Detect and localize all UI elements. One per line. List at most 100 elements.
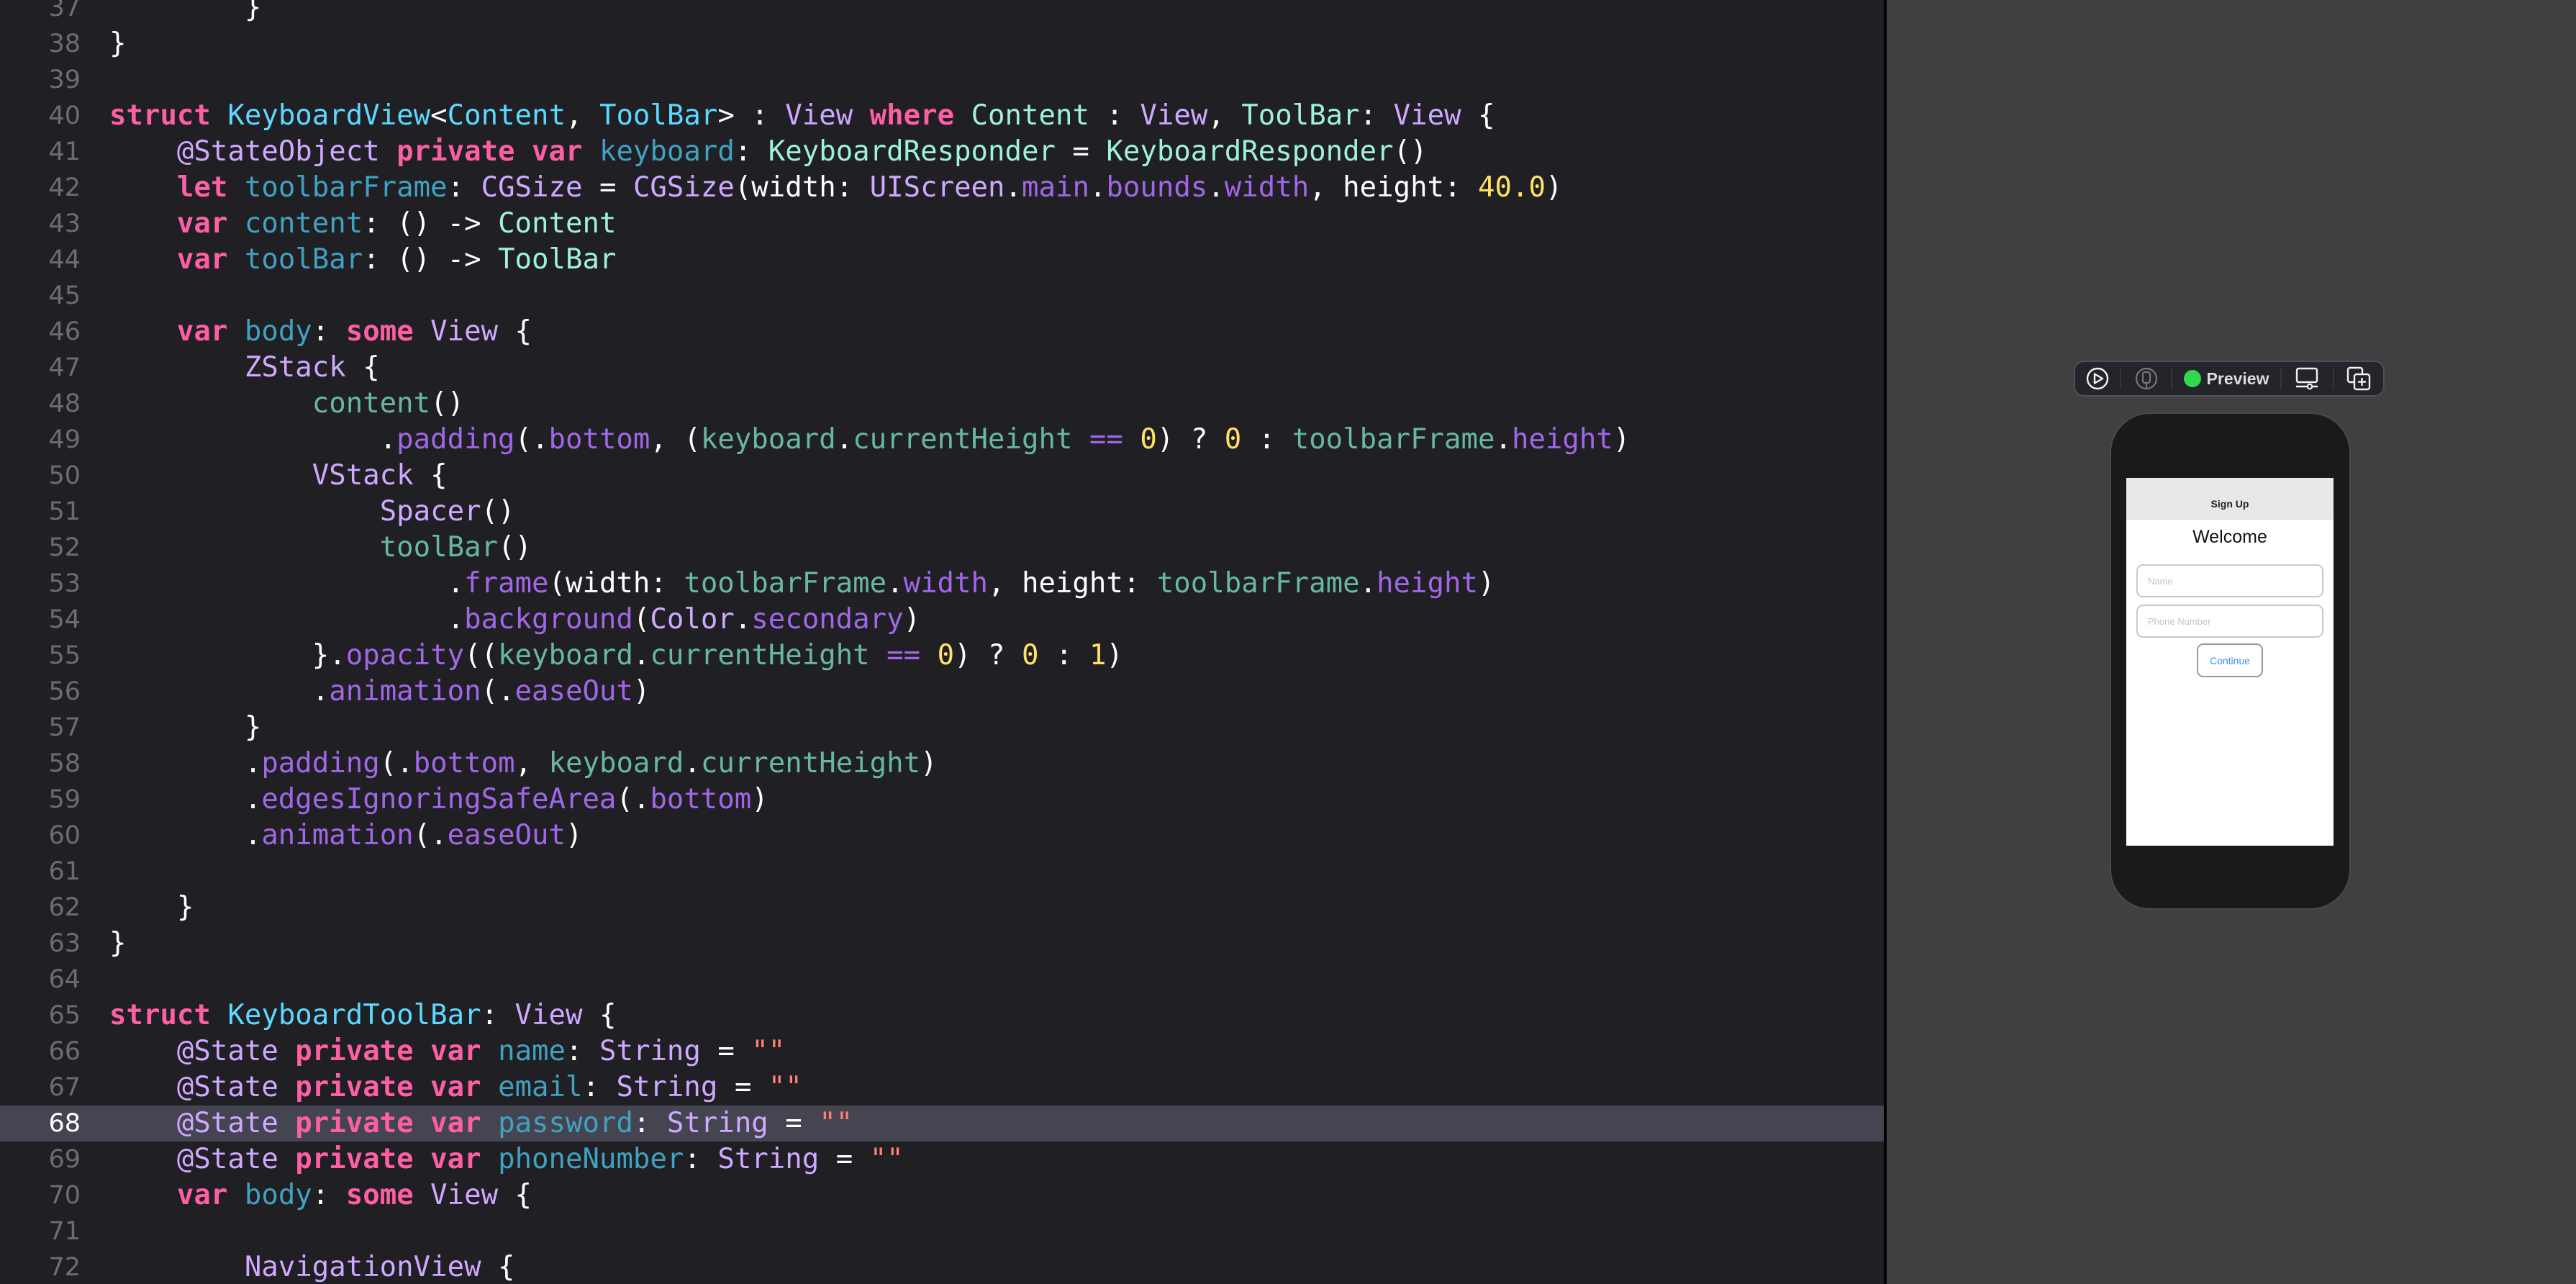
code-token: Color bbox=[650, 603, 735, 636]
code-line[interactable]: 59 .edgesIgnoringSafeArea(.bottom) bbox=[0, 782, 1884, 818]
live-preview-button[interactable] bbox=[2075, 362, 2120, 395]
code-line[interactable]: 45 bbox=[0, 278, 1884, 314]
device-select-button[interactable] bbox=[2121, 362, 2172, 395]
code-token: . bbox=[886, 567, 904, 600]
line-number[interactable]: 70 bbox=[0, 1177, 81, 1213]
code-token: opacity bbox=[345, 639, 465, 672]
code-token: content bbox=[244, 207, 363, 240]
code-line[interactable]: 60 .animation(.easeOut) bbox=[0, 818, 1884, 854]
code-line[interactable]: 39 bbox=[0, 62, 1884, 98]
code-token: private bbox=[295, 1107, 414, 1139]
line-number[interactable]: 51 bbox=[0, 494, 81, 530]
line-number[interactable]: 61 bbox=[0, 854, 81, 890]
code-line[interactable]: 48 content() bbox=[0, 386, 1884, 422]
code-line[interactable]: 67 @State private var email: String = "" bbox=[0, 1070, 1884, 1106]
code-line[interactable]: 50 VStack { bbox=[0, 458, 1884, 494]
phone-number-field[interactable] bbox=[2136, 605, 2323, 638]
code-line[interactable]: 52 toolBar() bbox=[0, 530, 1884, 566]
code-token: . bbox=[1004, 171, 1022, 204]
device-settings-button[interactable] bbox=[2282, 362, 2334, 395]
code-token: : bbox=[481, 999, 515, 1031]
line-number[interactable]: 44 bbox=[0, 242, 81, 278]
line-number[interactable]: 56 bbox=[0, 674, 81, 710]
code-line[interactable]: 72 NavigationView { bbox=[0, 1249, 1884, 1284]
line-number[interactable]: 58 bbox=[0, 746, 81, 782]
code-line[interactable]: 58 .padding(.bottom, keyboard.currentHei… bbox=[0, 746, 1884, 782]
line-number[interactable]: 69 bbox=[0, 1141, 81, 1177]
line-number[interactable]: 47 bbox=[0, 350, 81, 386]
line-number[interactable]: 48 bbox=[0, 386, 81, 422]
code-line[interactable]: 61 bbox=[0, 854, 1884, 890]
device-screen[interactable]: Sign Up Welcome Continue bbox=[2126, 478, 2334, 846]
code-line[interactable]: 62 } bbox=[0, 890, 1884, 926]
code-token: toolbarFrame bbox=[684, 567, 887, 600]
code-token: . bbox=[835, 423, 853, 456]
line-number[interactable]: 72 bbox=[0, 1249, 81, 1284]
line-number[interactable]: 64 bbox=[0, 962, 81, 998]
line-number[interactable]: 66 bbox=[0, 1034, 81, 1070]
code-line[interactable]: 41 @StateObject private var keyboard: Ke… bbox=[0, 134, 1884, 170]
line-number[interactable]: 54 bbox=[0, 602, 81, 638]
code-line[interactable]: 46 var body: some View { bbox=[0, 314, 1884, 350]
line-number[interactable]: 55 bbox=[0, 638, 81, 674]
preview-status-button[interactable]: Preview bbox=[2172, 362, 2280, 395]
code-line[interactable]: 57 } bbox=[0, 710, 1884, 746]
line-number[interactable]: 45 bbox=[0, 278, 81, 314]
line-number[interactable]: 39 bbox=[0, 62, 81, 98]
code-line[interactable]: 64 bbox=[0, 962, 1884, 998]
line-number[interactable]: 43 bbox=[0, 206, 81, 242]
code-token: bottom bbox=[548, 423, 650, 456]
line-number[interactable]: 38 bbox=[0, 26, 81, 62]
code-line[interactable]: 71 bbox=[0, 1213, 1884, 1249]
line-number[interactable]: 41 bbox=[0, 134, 81, 170]
line-number[interactable]: 53 bbox=[0, 566, 81, 602]
code-editor[interactable]: 37 } 38} 39 40 struct KeyboardView<Content, … bbox=[0, 0, 1884, 1284]
line-number[interactable]: 63 bbox=[0, 926, 81, 962]
line-number[interactable]: 68 bbox=[0, 1106, 81, 1141]
code-token: View bbox=[430, 315, 499, 348]
line-number[interactable]: 67 bbox=[0, 1070, 81, 1106]
line-number[interactable]: 52 bbox=[0, 530, 81, 566]
code-line[interactable]: 70 var body: some View { bbox=[0, 1177, 1884, 1213]
code-line[interactable]: 47 ZStack { bbox=[0, 350, 1884, 386]
code-token: VStack bbox=[312, 459, 414, 492]
code-line[interactable]: 43 var content: () -> Content bbox=[0, 206, 1884, 242]
code-line[interactable]: 53 .frame(width: toolbarFrame.width, hei… bbox=[0, 566, 1884, 602]
code-line[interactable]: 42 let toolbarFrame: CGSize = CGSize(wid… bbox=[0, 170, 1884, 206]
code-line[interactable]: 49 .padding(.bottom, (keyboard.currentHe… bbox=[0, 422, 1884, 458]
line-number[interactable]: 42 bbox=[0, 170, 81, 206]
line-number[interactable]: 40 bbox=[0, 98, 81, 134]
duplicate-preview-button[interactable] bbox=[2334, 362, 2383, 395]
code-line[interactable]: 56 .animation(.easeOut) bbox=[0, 674, 1884, 710]
line-number[interactable]: 37 bbox=[0, 0, 81, 26]
code-line[interactable]: 38} bbox=[0, 26, 1884, 62]
code-line[interactable]: 55 }.opacity((keyboard.currentHeight == … bbox=[0, 638, 1884, 674]
code-token: . bbox=[109, 423, 397, 456]
code-token: keyboard bbox=[700, 423, 836, 456]
name-field[interactable] bbox=[2136, 564, 2323, 597]
code-text: @StateObject private var keyboard: Keybo… bbox=[109, 134, 1428, 170]
line-number[interactable]: 57 bbox=[0, 710, 81, 746]
line-number[interactable]: 46 bbox=[0, 314, 81, 350]
code-line[interactable]: 40 struct KeyboardView<Content, ToolBar> … bbox=[0, 98, 1884, 134]
line-number[interactable]: 59 bbox=[0, 782, 81, 818]
code-line[interactable]: 65 struct KeyboardToolBar: View { bbox=[0, 998, 1884, 1034]
code-line[interactable]: 44 var toolBar: () -> ToolBar bbox=[0, 242, 1884, 278]
line-number[interactable]: 65 bbox=[0, 998, 81, 1034]
code-token: toolBar bbox=[379, 531, 499, 564]
code-line[interactable]: 66 @State private var name: String = "" bbox=[0, 1034, 1884, 1070]
code-line[interactable]: 69 @State private var phoneNumber: Strin… bbox=[0, 1141, 1884, 1177]
code-token: = bbox=[717, 1071, 768, 1103]
code-line[interactable]: 54 .background(Color.secondary) bbox=[0, 602, 1884, 638]
line-number[interactable]: 62 bbox=[0, 890, 81, 926]
continue-button[interactable]: Continue bbox=[2197, 643, 2263, 677]
code-line[interactable]: 37 } bbox=[0, 0, 1884, 26]
line-number[interactable]: 49 bbox=[0, 422, 81, 458]
line-number[interactable]: 60 bbox=[0, 818, 81, 854]
line-number[interactable]: 71 bbox=[0, 1213, 81, 1249]
code-line[interactable]: 51 Spacer() bbox=[0, 494, 1884, 530]
current-code-line[interactable]: 68 @State private var password: String =… bbox=[0, 1106, 1884, 1141]
code-line[interactable]: 63} bbox=[0, 926, 1884, 962]
line-number[interactable]: 50 bbox=[0, 458, 81, 494]
